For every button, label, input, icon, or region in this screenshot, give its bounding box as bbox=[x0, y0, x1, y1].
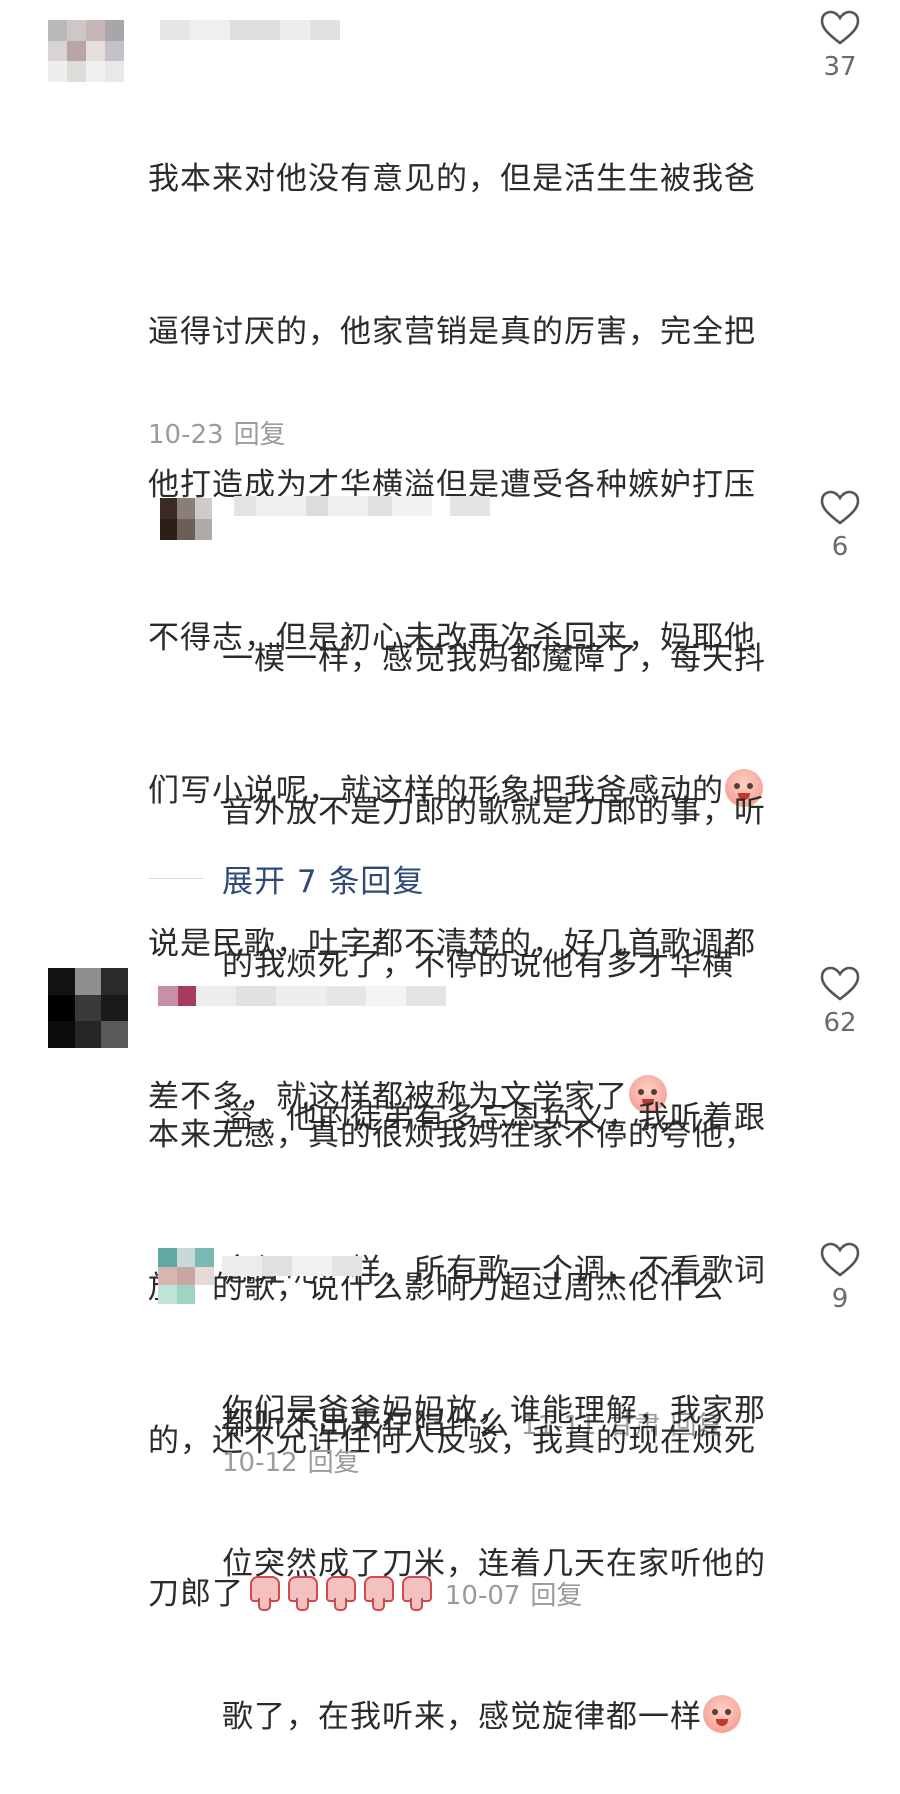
like-button[interactable]: 6 bbox=[810, 490, 870, 562]
avatar[interactable] bbox=[158, 1248, 214, 1304]
like-button[interactable]: 62 bbox=[810, 966, 870, 1038]
reply-button[interactable]: 回复 bbox=[234, 420, 286, 450]
crying-face-icon bbox=[703, 1695, 741, 1733]
divider bbox=[148, 878, 204, 879]
heart-icon[interactable] bbox=[820, 10, 860, 46]
like-count: 6 bbox=[831, 532, 849, 562]
reply-text: 你们是爸爸妈妈放，谁能理解，我家那 位突然成了刀米，连着几天在家听他的 歌了，在… bbox=[222, 1284, 782, 1794]
heart-icon[interactable] bbox=[820, 1242, 860, 1278]
comment-line: 一模一样，感觉我妈都魔障了，每天抖 bbox=[222, 641, 766, 677]
like-count: 62 bbox=[823, 1008, 857, 1038]
comment-line: 音外放不是刀郎的歌就是刀郎的事，听 bbox=[222, 794, 766, 830]
comment-line: 你们是爸爸妈妈放，谁能理解，我家那 bbox=[222, 1393, 766, 1429]
heart-icon[interactable] bbox=[820, 966, 860, 1002]
avatar[interactable] bbox=[160, 498, 212, 540]
username-blurred[interactable] bbox=[234, 496, 490, 516]
avatar[interactable] bbox=[48, 20, 124, 82]
comment-meta: 10-12 回复 bbox=[222, 1448, 360, 1478]
comment-date: 10-23 bbox=[148, 420, 224, 450]
comment-line: 歌了，在我听来，感觉旋律都一样 bbox=[222, 1692, 782, 1743]
like-button[interactable]: 9 bbox=[810, 1242, 870, 1314]
comment-line: 位突然成了刀米，连着几天在家听他的 bbox=[222, 1546, 766, 1582]
username-blurred[interactable] bbox=[222, 1256, 362, 1276]
comment-meta: 10-23 回复 bbox=[148, 420, 286, 450]
expand-replies-label[interactable]: 展开 7 条回复 bbox=[222, 856, 424, 901]
username-blurred[interactable] bbox=[158, 986, 446, 1006]
comment-line: 逼得讨厌的，他家营销是真的厉害，完全把 bbox=[148, 314, 756, 350]
reply-button[interactable]: 回复 bbox=[308, 1448, 360, 1478]
comment-date: 10-12 bbox=[222, 1448, 298, 1478]
comment-line-text: 歌了，在我听来，感觉旋律都一样 bbox=[222, 1699, 702, 1735]
like-button[interactable]: 37 bbox=[810, 10, 870, 82]
comment-line: 本来无感，真的很烦我妈在家不停的夸他， bbox=[148, 1117, 756, 1153]
avatar[interactable] bbox=[48, 968, 128, 1048]
comment-line: 我本来对他没有意见的，但是活生生被我爸 bbox=[148, 161, 756, 197]
like-count: 9 bbox=[831, 1284, 849, 1314]
heart-icon[interactable] bbox=[820, 490, 860, 526]
comment-line: 的我烦死了，不停的说他有多才华横 bbox=[222, 947, 734, 983]
expand-replies-button[interactable]: 展开 7 条回复 bbox=[148, 856, 424, 901]
like-count: 37 bbox=[823, 52, 857, 82]
username-blurred[interactable] bbox=[160, 20, 340, 40]
